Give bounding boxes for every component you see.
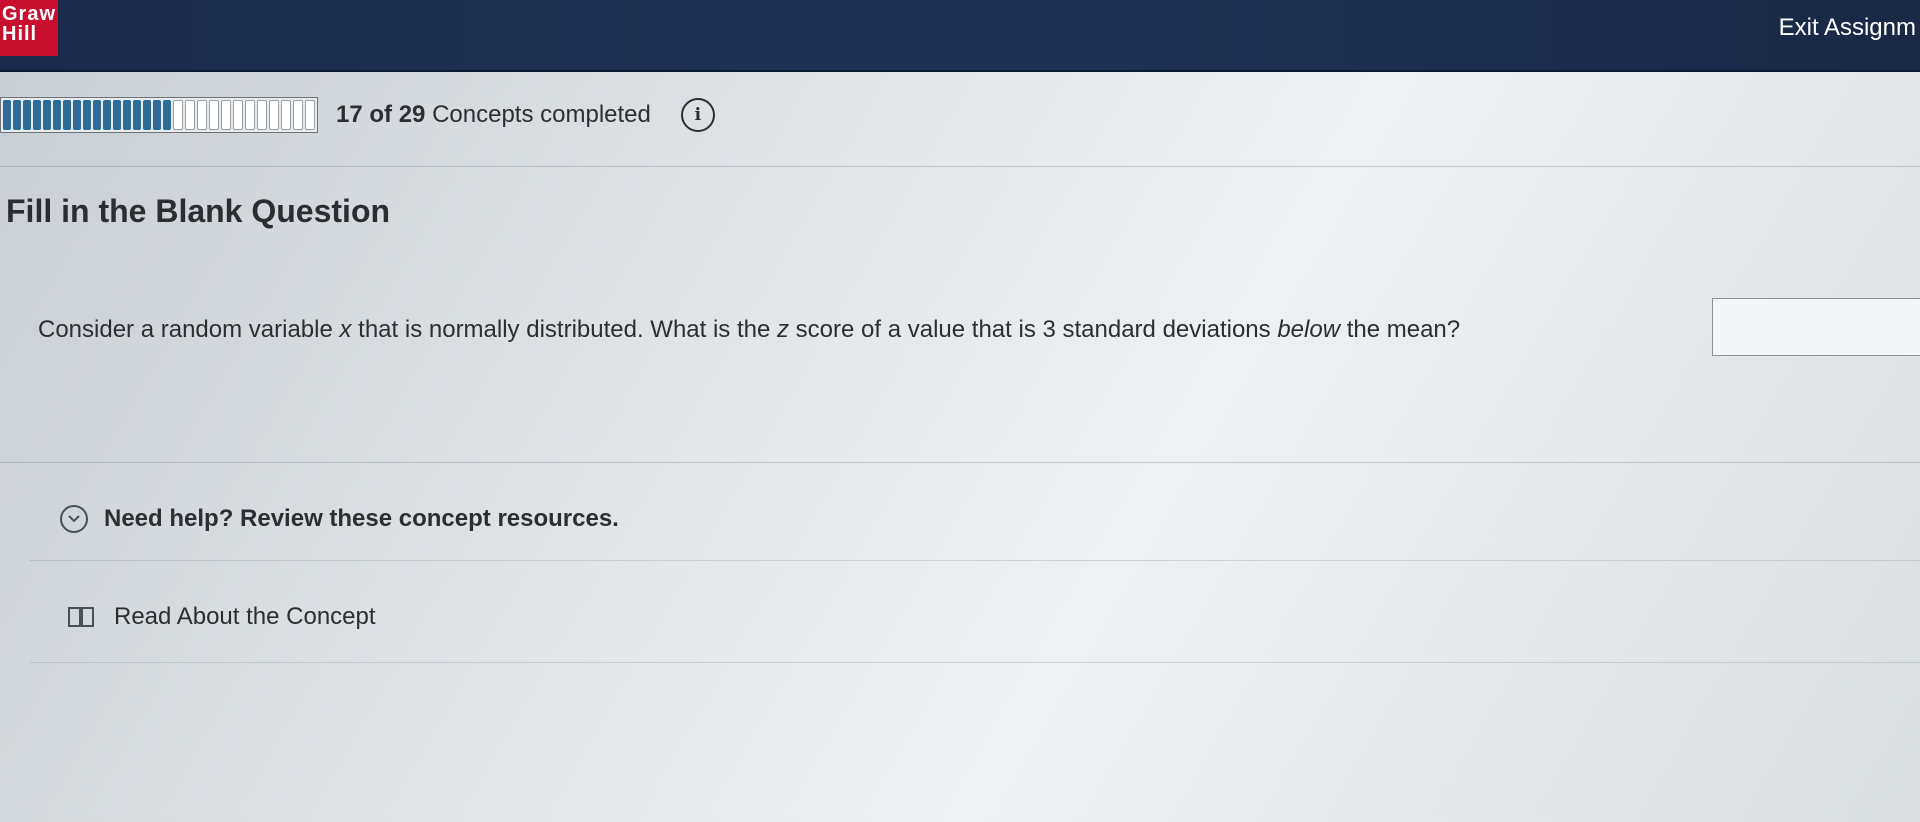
progress-segment-remaining [245,100,255,130]
progress-segment-completed [33,100,41,130]
question-divider [0,462,1920,463]
progress-segment-completed [13,100,21,130]
progress-segment-completed [93,100,101,130]
info-icon[interactable]: i [680,98,715,132]
logo-line-1: Graw [2,3,57,25]
answer-input[interactable] [1712,298,1920,356]
progress-segment-completed [83,100,91,130]
progress-segment-remaining [281,100,291,130]
help-toggle[interactable]: Need help? Review these concept resource… [30,505,619,533]
progress-segment-completed [73,100,81,130]
progress-segment-remaining [173,100,183,130]
total-count: 29 [398,101,426,128]
progress-row: 17 of 29 Concepts completed i [0,94,1920,136]
book-icon [68,605,94,629]
progress-segment-completed [133,100,141,130]
help-toggle-label: Need help? Review these concept resource… [104,505,619,532]
question-text-end: the mean? [1340,316,1461,343]
progress-segment-remaining [185,100,195,130]
question-text-middle: that is normally distributed. What is th… [351,316,778,343]
progress-segment-completed [153,100,161,130]
progress-segment-remaining [209,100,219,130]
concept-progress-bar [0,97,318,133]
logo-line-2: Hill [2,23,38,45]
top-navigation-bar: Graw Hill Exit Assignm [0,0,1920,72]
progress-text: 17 of 29 Concepts completed [336,101,651,129]
progress-segment-completed [163,100,171,130]
exit-assignment-button[interactable]: Exit Assignm [1779,14,1920,42]
progress-segment-remaining [269,100,279,130]
progress-segment-completed [23,100,31,130]
read-about-concept-label: Read About the Concept [114,603,376,630]
read-about-concept-link[interactable]: Read About the Concept [68,603,376,631]
chevron-down-icon [60,505,88,533]
resource-divider [30,662,1920,663]
of-label: of [369,101,393,128]
progress-segment-completed [53,100,61,130]
question-prompt: Consider a random variable x that is nor… [38,316,1460,344]
progress-segment-remaining [257,100,267,130]
progress-segment-remaining [293,100,303,130]
progress-segment-completed [103,100,111,130]
variable-z: z [777,316,790,343]
completed-count: 17 [336,101,363,128]
mcgraw-hill-logo: Graw Hill [0,0,58,56]
progress-segment-completed [143,100,151,130]
variable-x: x [339,316,352,343]
progress-segment-completed [123,100,131,130]
help-divider [30,560,1920,561]
question-type-heading: Fill in the Blank Question [6,193,391,229]
progress-segment-remaining [197,100,207,130]
progress-segment-completed [3,100,11,130]
progress-segment-completed [43,100,51,130]
progress-segment-completed [113,100,121,130]
emphasis-below: below [1277,316,1341,343]
question-text-before: Consider a random variable [38,316,340,343]
question-text-after-z: score of a value that is 3 standard devi… [789,316,1278,343]
progress-label: Concepts completed [432,101,651,128]
progress-segment-remaining [233,100,243,130]
progress-segment-completed [63,100,71,130]
header-divider [0,166,1920,167]
progress-segment-remaining [305,100,315,130]
progress-segment-remaining [221,100,231,130]
